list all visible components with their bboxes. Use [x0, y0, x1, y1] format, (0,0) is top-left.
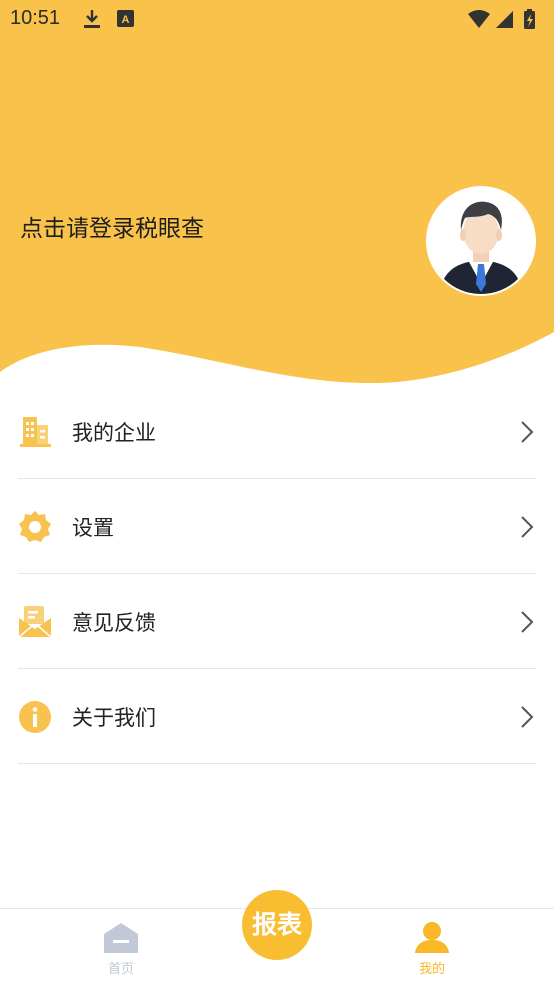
feedback-icon [18, 606, 52, 638]
notification-icon: A [117, 10, 134, 27]
system-status-icons [468, 9, 535, 29]
menu-item-label: 设置 [72, 516, 114, 540]
tab-mine-label: 我的 [418, 962, 445, 977]
status-bar: 10:51 A [0, 0, 554, 38]
user-icon [415, 922, 449, 953]
building-icon [20, 417, 51, 447]
report-button[interactable]: 报表 [242, 890, 312, 960]
menu-item-label: 意见反馈 [72, 611, 156, 635]
menu-item-label: 关于我们 [72, 706, 156, 730]
gear-icon [19, 511, 51, 542]
menu-list: 我的企业 设置 意见反馈 关于我们 [18, 384, 536, 764]
wifi-icon [468, 10, 490, 28]
tab-mine[interactable]: 我的 [397, 921, 467, 977]
user-avatar-icon [428, 188, 534, 294]
signal-icon [496, 11, 513, 28]
download-icon [84, 10, 100, 28]
menu-item-settings[interactable]: 设置 [18, 479, 536, 574]
status-time: 10:51 [10, 7, 61, 29]
avatar[interactable] [426, 186, 536, 296]
home-icon [104, 923, 138, 953]
menu-item-label: 我的企业 [72, 421, 156, 445]
tab-home-label: 首页 [107, 962, 134, 977]
info-icon [19, 701, 51, 733]
tab-home[interactable]: 首页 [86, 921, 156, 977]
chevron-right-icon [521, 706, 534, 728]
chevron-right-icon [521, 421, 534, 443]
profile-header: 10:51 A 点击请登录税眼查 [0, 0, 554, 390]
chevron-right-icon [521, 611, 534, 633]
chevron-right-icon [521, 516, 534, 538]
menu-item-about-us[interactable]: 关于我们 [18, 669, 536, 764]
login-prompt[interactable]: 点击请登录税眼查 [20, 209, 204, 243]
menu-item-feedback[interactable]: 意见反馈 [18, 574, 536, 669]
menu-item-my-company[interactable]: 我的企业 [18, 384, 536, 479]
notification-icon-letter: A [122, 14, 130, 26]
